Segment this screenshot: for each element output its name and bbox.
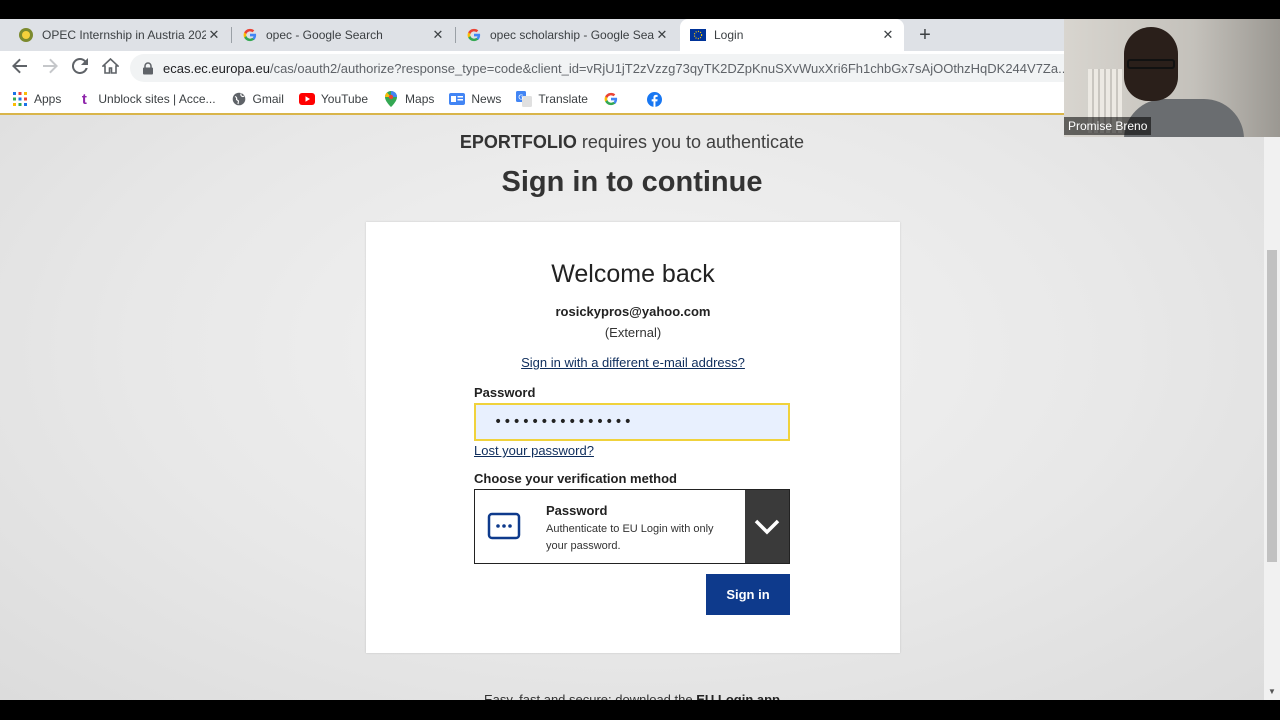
- bookmark-unblock-sites[interactable]: t Unblock sites | Acce...: [76, 90, 216, 108]
- home-icon[interactable]: [100, 57, 120, 78]
- login-page: EPORTFOLIO requires you to authenticate …: [0, 115, 1264, 700]
- bookmark-gmail[interactable]: Gmail: [231, 91, 284, 107]
- tab-title: OPEC Internship in Austria 2022 |: [42, 28, 206, 42]
- facebook-icon: [647, 91, 663, 107]
- tab-title: opec - Google Search: [266, 28, 383, 42]
- bookmark-label: Translate: [538, 92, 588, 106]
- auth-app-name: EPORTFOLIO: [459, 132, 577, 152]
- youtube-icon: [298, 91, 315, 107]
- tab-bar: OPEC Internship in Austria 2022 | ✕ opec…: [0, 19, 1064, 51]
- lost-password-link[interactable]: Lost your password?: [474, 443, 594, 458]
- bookmark-label: Unblock sites | Acce...: [98, 92, 216, 106]
- bookmark-translate[interactable]: G Translate: [516, 91, 588, 107]
- welcome-heading: Welcome back: [551, 260, 715, 288]
- close-icon[interactable]: ✕: [430, 27, 446, 43]
- maps-pin-icon: [383, 91, 399, 107]
- top-black-strip: [0, 0, 1280, 19]
- different-email-link[interactable]: Sign in with a different e-mail address?: [366, 355, 900, 370]
- close-icon[interactable]: ✕: [206, 27, 222, 43]
- password-label: Password: [474, 385, 536, 400]
- url-path: /cas/oauth2/authorize?response_type=code…: [269, 60, 1064, 76]
- bookmark-google[interactable]: [603, 91, 625, 107]
- lock-icon[interactable]: [142, 61, 154, 75]
- back-arrow-icon[interactable]: [10, 58, 30, 78]
- reload-icon[interactable]: [70, 57, 90, 78]
- tab-title: opec scholarship - Google Search: [490, 28, 654, 42]
- bookmark-label: Gmail: [252, 92, 284, 106]
- close-icon[interactable]: ✕: [654, 27, 670, 43]
- globe-icon: [231, 91, 247, 107]
- page-title: Sign in to continue: [501, 166, 763, 198]
- address-bar[interactable]: ecas.ec.europa.eu/cas/oauth2/authorize?r…: [130, 54, 1064, 82]
- eu-login-app-link[interactable]: EU Login app: [696, 692, 780, 700]
- url-host: ecas.ec.europa.eu: [163, 60, 270, 76]
- verification-description: Authenticate to EU Login with only your …: [546, 523, 714, 552]
- bookmark-news[interactable]: News: [449, 91, 501, 107]
- verification-method-select[interactable]: Password Authenticate to EU Login with o…: [474, 489, 790, 564]
- login-card: Welcome back rosickypros@yahoo.com (Exte…: [366, 222, 900, 653]
- bookmark-apps[interactable]: Apps: [12, 91, 61, 107]
- user-email: rosickypros@yahoo.com: [555, 304, 711, 319]
- password-value: •••••••••••••••: [494, 414, 633, 430]
- scroll-down-icon[interactable]: ▼: [1267, 687, 1277, 697]
- browser-toolbar: ecas.ec.europa.eu/cas/oauth2/authorize?r…: [0, 51, 1064, 85]
- scroll-thumb[interactable]: [1267, 250, 1277, 562]
- tab-title: Login: [714, 28, 744, 42]
- page-scrollbar[interactable]: ▲ ▼: [1264, 115, 1280, 700]
- google-favicon: [242, 27, 258, 43]
- apps-grid-icon: [12, 91, 28, 107]
- password-dots-icon: [487, 512, 521, 540]
- bookmark-label: News: [471, 92, 502, 106]
- bookmarks-bar: Apps t Unblock sites | Acce... Gmail You…: [0, 85, 1064, 113]
- webcam-glasses: [1127, 59, 1175, 69]
- tab-opec-google-search[interactable]: opec - Google Search ✕: [232, 19, 454, 51]
- google-icon: [603, 91, 619, 107]
- tab-opec-scholarship-search[interactable]: opec scholarship - Google Search ✕: [456, 19, 678, 51]
- tab-login[interactable]: Login ✕: [680, 19, 904, 51]
- google-favicon: [466, 27, 482, 43]
- webcam-overlay: Promise Breno: [1064, 19, 1280, 137]
- verification-title: Password: [546, 503, 608, 518]
- new-tab-button[interactable]: +: [914, 25, 936, 45]
- password-field[interactable]: •••••••••••••••: [474, 403, 790, 441]
- bookmark-label: Apps: [34, 92, 62, 106]
- translate-icon: G: [516, 91, 533, 107]
- news-icon: [449, 91, 466, 107]
- bookmark-label: Maps: [405, 92, 435, 106]
- bottom-black-strip: [0, 700, 1280, 720]
- unblock-icon: t: [81, 90, 87, 108]
- bookmark-label: YouTube: [320, 92, 369, 106]
- bookmark-facebook[interactable]: [647, 91, 669, 107]
- eu-flag-favicon: [690, 27, 706, 43]
- forward-arrow-icon[interactable]: [40, 58, 60, 78]
- tab-opec-internship[interactable]: OPEC Internship in Austria 2022 | ✕: [8, 19, 230, 51]
- verification-method-label: Choose your verification method: [474, 471, 677, 486]
- sign-in-button[interactable]: Sign in: [706, 574, 790, 615]
- auth-suffix: requires you to authenticate: [576, 132, 805, 152]
- bookmark-maps[interactable]: Maps: [383, 91, 434, 107]
- close-icon[interactable]: ✕: [880, 27, 896, 43]
- app-download-notice: Easy, fast and secure: download the EU L…: [0, 692, 1264, 700]
- bookmark-youtube[interactable]: YouTube: [298, 91, 369, 107]
- opec-favicon: [18, 27, 34, 43]
- svg-text:G: G: [519, 94, 524, 102]
- chevron-down-icon[interactable]: [745, 490, 789, 563]
- account-type: (External): [604, 325, 662, 340]
- participant-name: Promise Breno: [1064, 117, 1152, 135]
- footer-prefix: Easy, fast and secure: download the: [483, 692, 697, 700]
